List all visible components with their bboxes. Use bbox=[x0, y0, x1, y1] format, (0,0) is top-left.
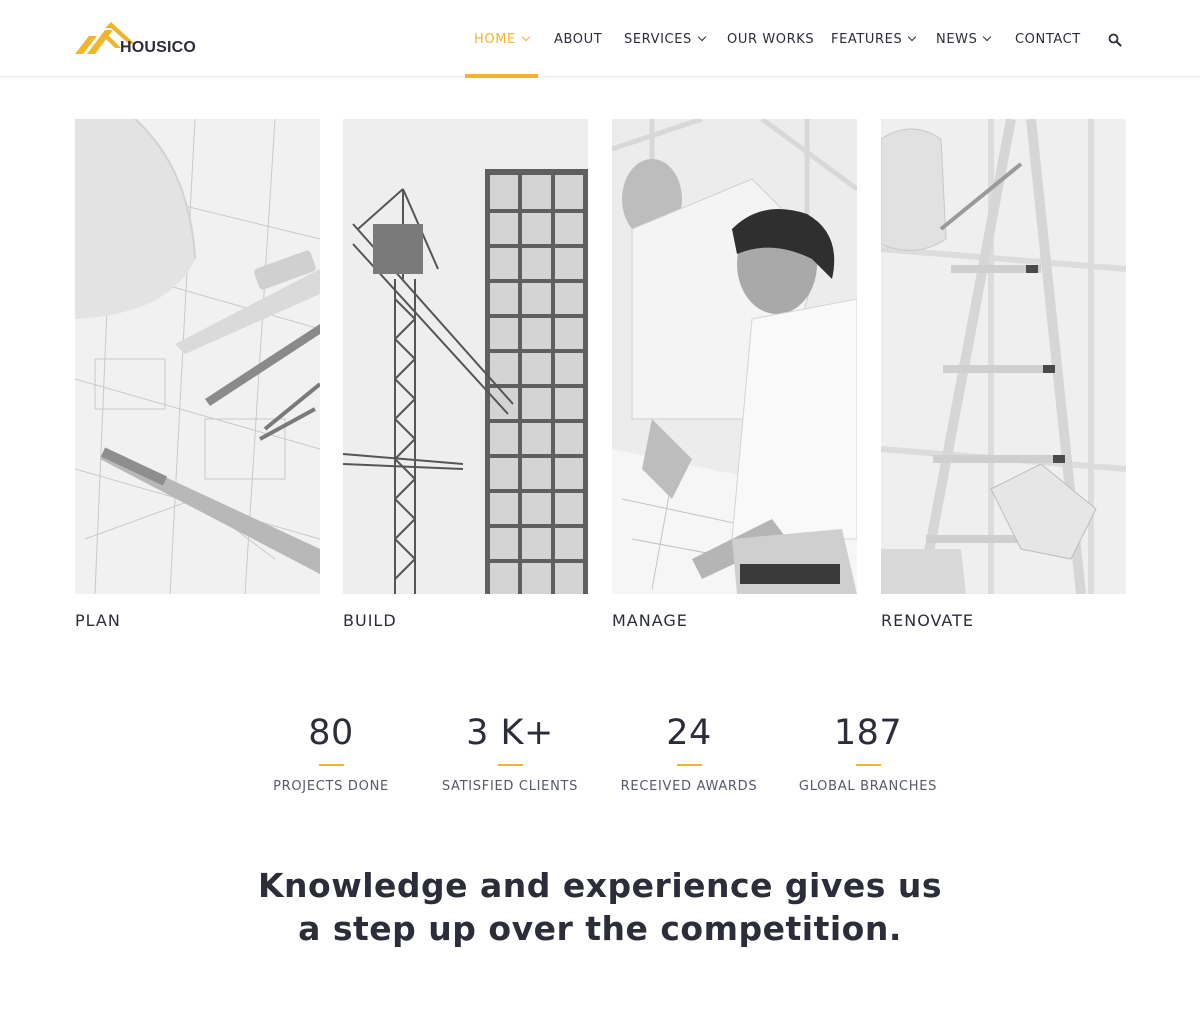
stat-projects-done: 80 PROJECTS DONE bbox=[241, 712, 421, 794]
stat-value: 187 bbox=[833, 713, 903, 753]
nav-item-label: FEATURES bbox=[831, 31, 903, 47]
search-icon bbox=[1108, 33, 1122, 47]
tagline-heading: Knowledge and experience gives us a step… bbox=[150, 864, 1050, 950]
stat-divider bbox=[318, 764, 344, 766]
engineers-photo bbox=[612, 119, 857, 594]
construction-crane-photo bbox=[343, 119, 588, 594]
service-card-plan[interactable]: PLAN bbox=[75, 119, 320, 630]
service-card-build[interactable]: BUILD bbox=[343, 119, 588, 630]
chevron-down-icon bbox=[983, 32, 992, 42]
nav-item-label: CONTACT bbox=[1015, 31, 1081, 47]
service-title: BUILD bbox=[343, 611, 397, 630]
service-title: MANAGE bbox=[612, 611, 688, 630]
nav-item-about[interactable]: ABOUT bbox=[554, 30, 602, 48]
stat-label: PROJECTS DONE bbox=[273, 779, 389, 794]
stat-label: RECEIVED AWARDS bbox=[620, 779, 758, 794]
tagline-line-1: Knowledge and experience gives us bbox=[257, 866, 943, 905]
stat-value: 3 K+ bbox=[466, 713, 554, 753]
stat-global-branches: 187 GLOBAL BRANCHES bbox=[778, 712, 958, 794]
stat-divider bbox=[497, 764, 523, 766]
active-nav-indicator bbox=[465, 74, 538, 78]
blueprints-photo bbox=[75, 119, 320, 594]
nav-item-label: OUR WORKS bbox=[727, 31, 815, 47]
stat-divider bbox=[676, 764, 702, 766]
nav-item-label: NEWS bbox=[936, 31, 978, 47]
stat-label: GLOBAL BRANCHES bbox=[798, 779, 938, 794]
service-card-manage[interactable]: MANAGE bbox=[612, 119, 857, 630]
nav-item-our-works[interactable]: OUR WORKS bbox=[727, 30, 814, 48]
nav-item-label: HOME bbox=[474, 31, 516, 47]
chevron-down-icon bbox=[908, 32, 917, 42]
chevron-down-icon bbox=[697, 32, 707, 42]
stat-value: 24 bbox=[666, 713, 712, 753]
chevron-down-icon bbox=[521, 32, 531, 42]
nav-item-features[interactable]: FEATURES bbox=[831, 30, 917, 48]
stat-received-awards: 24 RECEIVED AWARDS bbox=[599, 712, 779, 794]
service-title: PLAN bbox=[75, 611, 121, 630]
service-card-renovate[interactable]: RENOVATE bbox=[881, 119, 1126, 630]
nav-item-news[interactable]: NEWS bbox=[936, 30, 992, 48]
main-nav: HOME ABOUT SERVICES OUR WORKS FEATURES N… bbox=[0, 0, 1200, 77]
site-header: HOUSICO HOME ABOUT SERVICES OUR WORKS FE… bbox=[0, 0, 1200, 78]
service-title: RENOVATE bbox=[881, 611, 975, 630]
search-button[interactable] bbox=[1108, 32, 1122, 47]
nav-item-label: ABOUT bbox=[554, 31, 603, 47]
nav-item-contact[interactable]: CONTACT bbox=[1015, 30, 1081, 48]
stat-satisfied-clients: 3 K+ SATISFIED CLIENTS bbox=[420, 712, 600, 794]
nav-item-label: SERVICES bbox=[624, 31, 692, 47]
stat-label: SATISFIED CLIENTS bbox=[441, 779, 579, 794]
stat-value: 80 bbox=[308, 713, 354, 753]
nav-item-home[interactable]: HOME bbox=[474, 30, 531, 48]
tagline-line-2: a step up over the competition. bbox=[298, 909, 902, 948]
stat-divider bbox=[855, 764, 881, 766]
ladder-photo bbox=[881, 119, 1126, 594]
nav-item-services[interactable]: SERVICES bbox=[624, 30, 707, 48]
